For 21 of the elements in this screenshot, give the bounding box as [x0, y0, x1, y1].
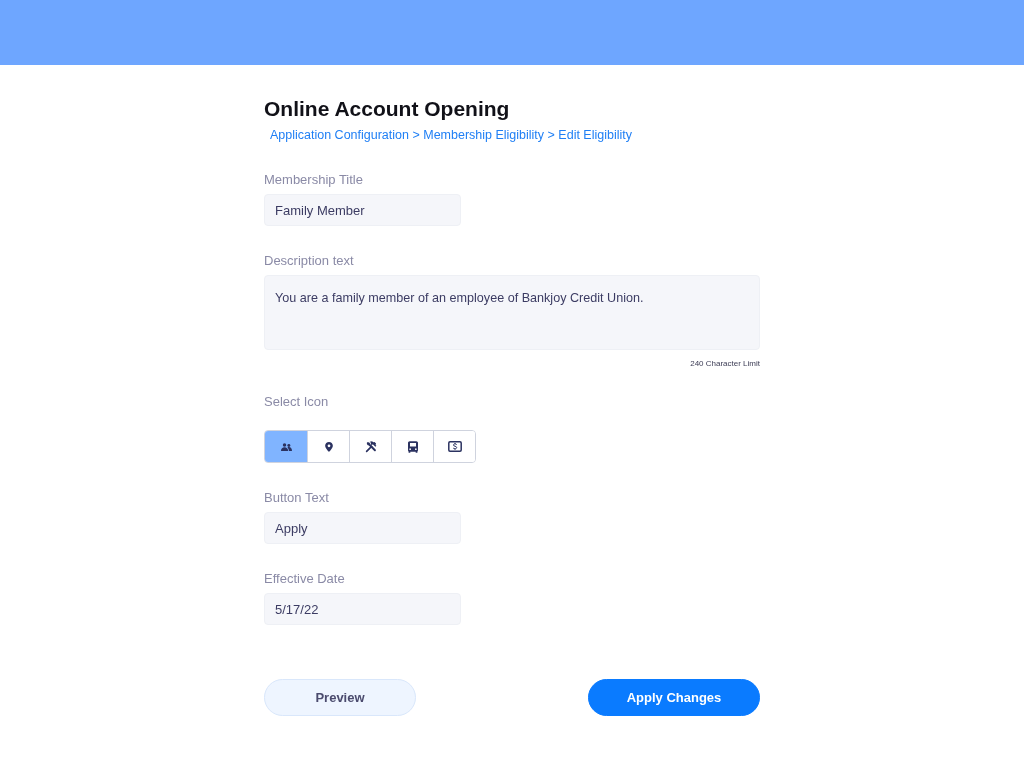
bus-icon — [407, 440, 418, 453]
input-field[interactable]: Family Member — [264, 194, 461, 226]
character-limit-text: 240 Character Limit — [690, 358, 760, 370]
dollar-bill-icon — [447, 441, 462, 452]
field-label: Effective Date — [264, 571, 345, 587]
input-field[interactable]: 5/17/22 — [264, 593, 461, 625]
textarea-field[interactable]: You are a family member of an employee of Bankjoy Credit Union. — [264, 275, 760, 350]
field-label: Description text — [264, 253, 354, 269]
people-icon — [280, 442, 292, 451]
breadcrumb[interactable]: Application Configuration > Membership Eligibility > Edit Eligibility — [270, 127, 632, 143]
map-pin-icon — [324, 441, 333, 452]
field-label: Select Icon — [264, 394, 329, 410]
apply-changes-button[interactable]: Apply Changes — [588, 679, 760, 716]
preview-button[interactable]: Preview — [264, 679, 416, 716]
field-label: Button Text — [264, 490, 329, 506]
icon-option[interactable] — [433, 431, 475, 462]
tools-icon — [364, 440, 377, 453]
field-label: Membership Title — [264, 172, 363, 188]
page-title: Online Account Opening — [264, 96, 510, 122]
input-field[interactable]: Apply — [264, 512, 461, 544]
icon-option[interactable] — [265, 431, 307, 462]
